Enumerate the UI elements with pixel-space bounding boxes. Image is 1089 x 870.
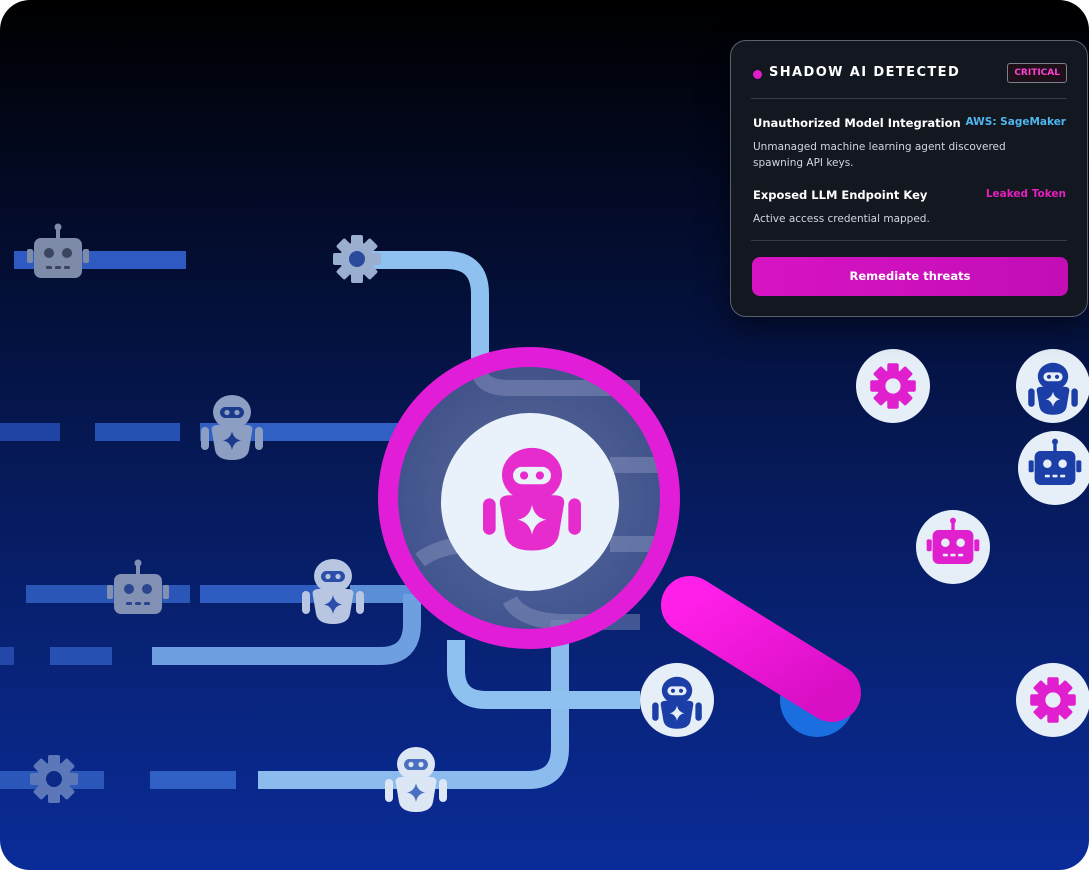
finding-title: Exposed LLM Endpoint Key [753,188,928,202]
agent-node-robot-head-pink [916,510,990,584]
alert-header: SHADOW AI DETECTED CRITICAL [753,63,1067,85]
finding-source-tag: AWS: SageMaker [965,116,1066,128]
finding-description: Unmanaged machine learning agent discove… [753,141,1006,169]
severity-badge: CRITICAL [1007,63,1067,83]
agent-node-robot-figure [1016,349,1089,423]
robot-head-icon [107,559,169,614]
footer-divider [751,240,1067,241]
header-divider [751,98,1067,99]
agent-node-gear [856,349,930,423]
robot-head-icon [27,223,89,278]
agent-node-robot-figure-blue [640,663,714,737]
gear-icon [333,235,381,283]
finding-source-tag: Leaked Token [985,188,1066,200]
agent-node-gear-pink [1016,663,1089,737]
agent-node-robot-head [1018,431,1089,505]
remediate-threats-button[interactable]: Remediate threats [752,257,1068,296]
shadow-ai-alert-card: SHADOW AI DETECTED CRITICAL Unauthorized… [730,40,1088,317]
finding-description: Active access credential mapped. [753,213,930,225]
hero-illustration: SHADOW AI DETECTED CRITICAL Unauthorized… [0,0,1089,870]
alert-title: SHADOW AI DETECTED [769,65,961,80]
alert-indicator-dot [753,70,762,79]
gear-icon [30,755,78,803]
finding-title: Unauthorized Model Integration [753,116,961,130]
